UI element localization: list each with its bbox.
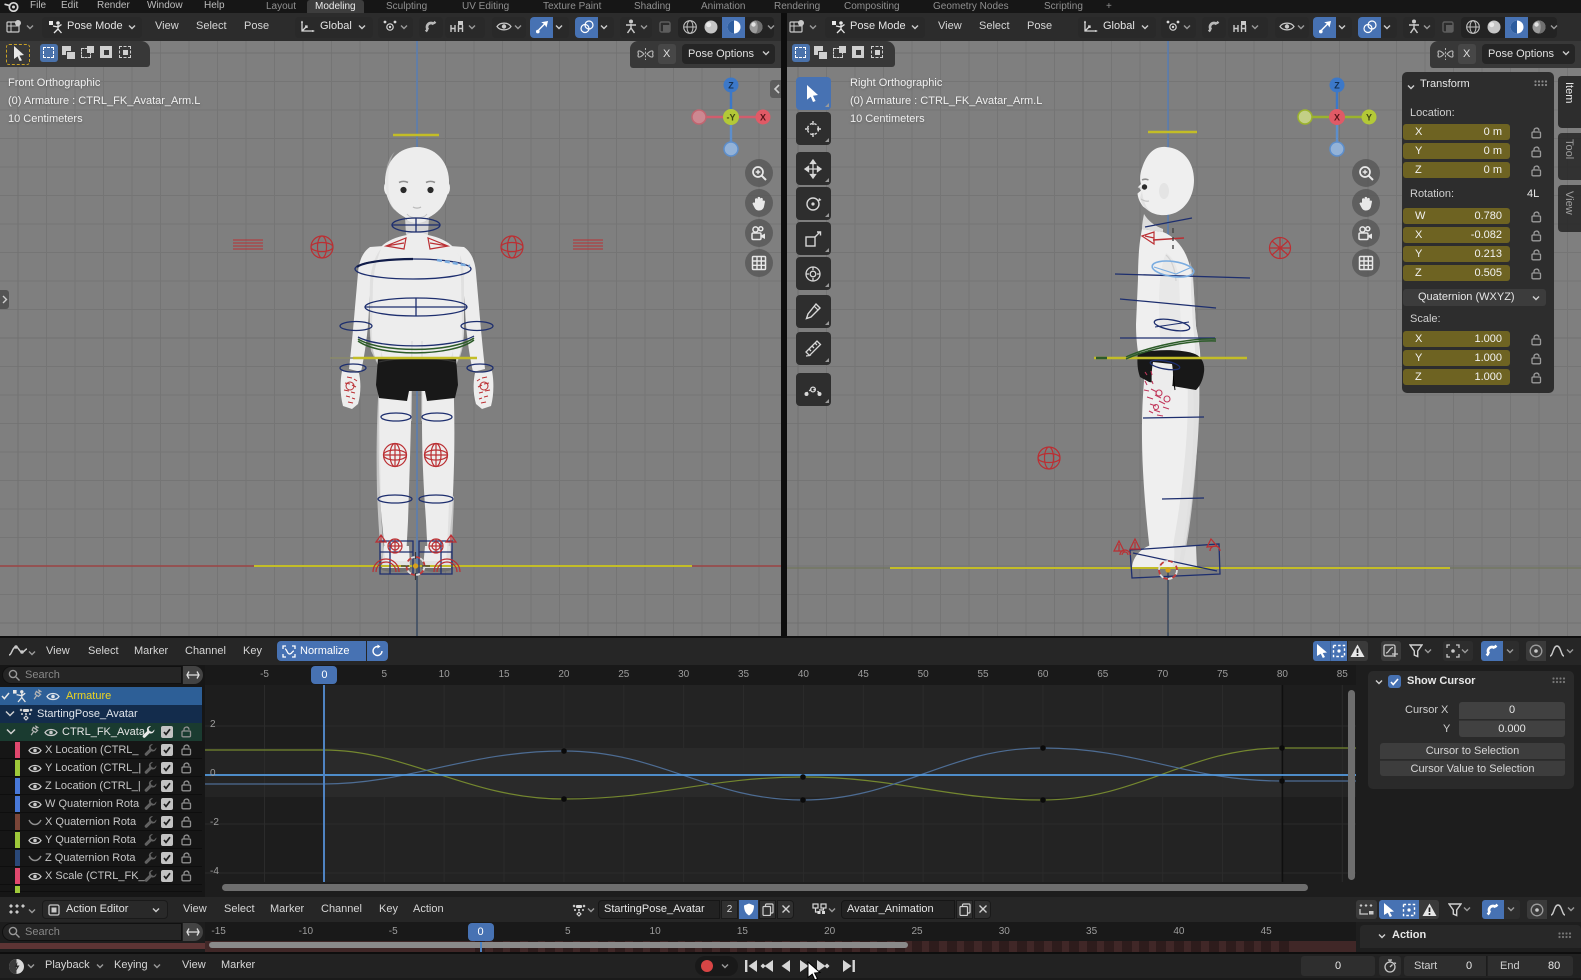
svg-text:Y: Y xyxy=(1366,113,1372,123)
svg-text:X: X xyxy=(760,113,766,123)
svg-text:Z: Z xyxy=(1334,81,1340,91)
svg-text:-Y: -Y xyxy=(727,113,736,123)
svg-text:Z: Z xyxy=(728,81,734,91)
svg-text:X: X xyxy=(1334,113,1340,123)
